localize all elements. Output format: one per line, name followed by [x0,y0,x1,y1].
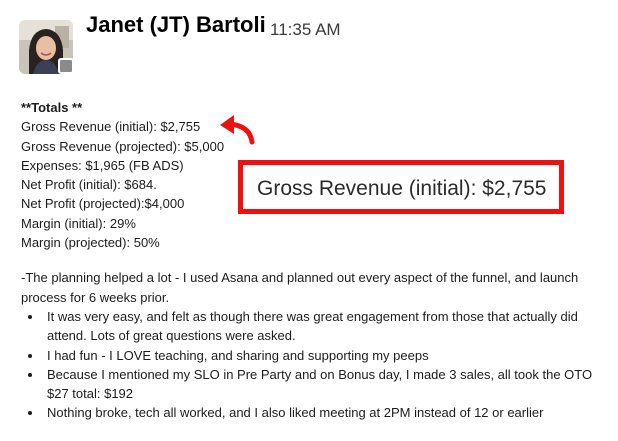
totals-heading: **Totals ** [21,100,83,115]
status-square-icon [58,58,74,74]
gross-revenue-initial: Gross Revenue (initial): $2,755 [21,119,201,135]
highlight-callout: Gross Revenue (initial): $2,755 [238,160,564,214]
planning-intro: -The planning helped a lot - I used Asan… [21,270,579,305]
list-item: Because I mentioned my SLO in Pre Party … [43,365,611,404]
margin-initial: Margin (initial): 29% [21,215,136,231]
author-name[interactable]: Janet (JT) Bartoli [86,12,266,38]
feedback-list: It was very easy, and felt as though the… [21,307,611,423]
list-item: I had fun - I LOVE teaching, and sharing… [43,346,611,365]
message-timestamp[interactable]: 11:35 AM [270,20,341,40]
message-body: **Totals ** Gross Revenue (initial): $2,… [21,98,611,423]
gross-revenue-projected: Gross Revenue (projected): $5,000 [21,138,225,154]
callout-text: Gross Revenue (initial): $2,755 [257,177,547,200]
margin-projected: Margin (projected): 50% [21,235,160,251]
list-item: Nothing broke, tech all worked, and I al… [43,403,611,422]
list-item: It was very easy, and felt as though the… [43,307,611,346]
curved-arrow-icon [220,115,255,145]
